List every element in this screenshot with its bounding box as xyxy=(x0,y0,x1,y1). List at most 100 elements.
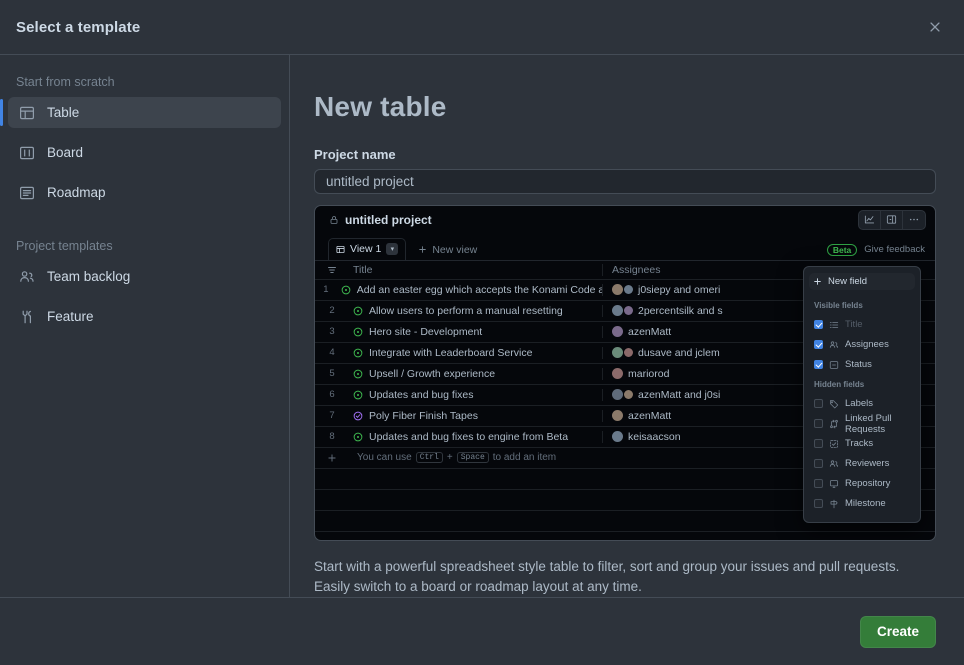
assignee-names: 2percentsilk and s xyxy=(638,304,723,317)
column-header-title[interactable]: Title xyxy=(349,264,602,276)
avatar xyxy=(612,431,623,442)
assignee-names: dusave and jclem xyxy=(638,346,720,359)
avatar xyxy=(612,305,623,316)
field-label: Title xyxy=(845,319,863,330)
hidden-field-checkbox[interactable] xyxy=(814,499,823,508)
row-assignees: keisaacson xyxy=(602,430,815,443)
sidebar-item-team-backlog[interactable]: Team backlog xyxy=(8,261,281,292)
field-menu-item-milestone[interactable]: Milestone xyxy=(804,494,920,514)
hidden-field-checkbox[interactable] xyxy=(814,479,823,488)
field-menu-item-tracks[interactable]: Tracks xyxy=(804,434,920,454)
tracks-icon xyxy=(829,439,839,449)
template-detail-pane: New table Project name untitled project xyxy=(290,55,964,597)
field-label: Linked Pull Requests xyxy=(845,412,892,435)
sidebar-item-label: Table xyxy=(47,105,80,120)
issue-open-icon xyxy=(353,327,363,337)
field-menu-item-labels[interactable]: Labels xyxy=(804,394,920,414)
avatar xyxy=(612,347,623,358)
tab-view-1[interactable]: View 1 ▾ xyxy=(328,237,407,260)
avatar xyxy=(624,348,633,357)
row-assignees: azenMatt xyxy=(602,409,815,422)
page-title: New table xyxy=(314,91,447,122)
kbd-ctrl: Ctrl xyxy=(415,452,443,463)
give-feedback-link[interactable]: Give feedback xyxy=(864,244,925,255)
row-title: Hero site - Development xyxy=(369,325,483,338)
chevron-down-icon[interactable]: ▾ xyxy=(386,243,399,255)
issue-open-icon xyxy=(353,348,363,358)
row-title: Add an easter egg which accepts the Kona… xyxy=(356,283,602,296)
hidden-fields-list: Labels Linked Pull Requests Tracks Reviewer… xyxy=(804,394,920,514)
hidden-field-checkbox[interactable] xyxy=(814,419,823,428)
filter-icon[interactable] xyxy=(315,265,349,275)
issue-closed-icon xyxy=(353,411,363,421)
git-pr-icon xyxy=(829,419,839,429)
assignee-names: azenMatt xyxy=(628,325,672,338)
visible-fields-list: Title Assignees Status xyxy=(804,315,920,375)
dialog-body: Start from scratch Table Board Roadmap P… xyxy=(0,55,964,597)
row-number: 3 xyxy=(329,326,335,337)
hidden-field-checkbox[interactable] xyxy=(814,459,823,468)
avatar xyxy=(612,326,623,337)
assignee-names: azenMatt and j0si xyxy=(638,388,721,401)
tab-label: View 1 xyxy=(350,243,382,255)
row-title: Poly Fiber Finish Tapes xyxy=(369,409,478,422)
row-title: Upsell / Growth experience xyxy=(369,367,496,380)
sidebar-item-label: Roadmap xyxy=(47,185,106,200)
row-title: Integrate with Leaderboard Service xyxy=(369,346,533,359)
status-badge: Beta xyxy=(826,243,858,256)
field-label: Reviewers xyxy=(845,458,890,469)
field-menu-item-assignees[interactable]: Assignees xyxy=(804,335,920,355)
status-icon xyxy=(829,360,839,370)
visible-field-checkbox[interactable] xyxy=(814,340,823,349)
row-number: 6 xyxy=(329,389,335,400)
sidebar-item-table[interactable]: Table xyxy=(0,97,281,128)
visible-fields-section-label: Visible fields xyxy=(814,300,863,310)
row-title: Updates and bug fixes xyxy=(369,388,474,401)
sidebar-item-label: Board xyxy=(47,145,84,160)
kebab-menu-icon[interactable] xyxy=(903,211,925,229)
issue-open-icon xyxy=(353,369,363,379)
dialog-header: Select a template xyxy=(0,0,964,55)
template-description: Start with a powerful spreadsheet style … xyxy=(314,558,900,594)
new-field-button[interactable]: New field xyxy=(809,272,915,290)
close-icon[interactable] xyxy=(920,12,950,42)
sidebar-item-feature[interactable]: Feature xyxy=(8,301,281,332)
plus-icon xyxy=(813,277,822,286)
field-menu-item-linked-pull-requests[interactable]: Linked Pull Requests xyxy=(804,412,920,435)
field-menu-item-title: Title xyxy=(804,315,920,335)
dialog-title: Select a template xyxy=(16,18,141,36)
lock-icon xyxy=(329,215,339,225)
field-label: Assignees xyxy=(845,339,889,350)
project-name-input[interactable] xyxy=(314,169,936,194)
sidebar-item-board[interactable]: Board xyxy=(8,137,281,168)
people-icon xyxy=(829,340,839,350)
field-menu-item-status[interactable]: Status xyxy=(804,355,920,375)
field-menu-item-repository[interactable]: Repository xyxy=(804,474,920,494)
sidebar-item-roadmap[interactable]: Roadmap xyxy=(8,177,281,208)
row-assignees: azenMatt and j0si xyxy=(602,388,815,401)
row-assignees: dusave and jclem xyxy=(602,346,815,359)
feedback-group: Beta Give feedback xyxy=(826,243,925,256)
roadmap-icon xyxy=(19,185,35,201)
hidden-field-checkbox[interactable] xyxy=(814,399,823,408)
hidden-field-checkbox[interactable] xyxy=(814,439,823,448)
kbd-space: Space xyxy=(456,452,489,463)
column-header-assignees[interactable]: Assignees xyxy=(602,263,815,276)
issue-open-icon xyxy=(353,306,363,316)
preview-topbar: untitled project xyxy=(315,206,935,234)
insights-icon[interactable] xyxy=(859,210,881,229)
new-view-button[interactable]: New view xyxy=(418,244,477,260)
row-assignees: 2percentsilk and s xyxy=(602,304,815,317)
plus-icon[interactable] xyxy=(315,453,349,463)
plus-icon xyxy=(418,245,427,254)
create-button[interactable]: Create xyxy=(859,615,936,648)
preview-view-tabs: View 1 ▾ New view Beta Give feedback xyxy=(315,234,935,261)
sidebar-panel-icon[interactable] xyxy=(881,210,903,229)
assignee-names: azenMatt xyxy=(628,409,672,422)
field-menu-item-reviewers[interactable]: Reviewers xyxy=(804,454,920,474)
add-item-prefix: You can use xyxy=(357,452,412,463)
field-label: Repository xyxy=(845,478,891,489)
visible-field-checkbox[interactable] xyxy=(814,360,823,369)
row-number: 5 xyxy=(329,368,335,379)
row-number: 2 xyxy=(329,305,335,316)
